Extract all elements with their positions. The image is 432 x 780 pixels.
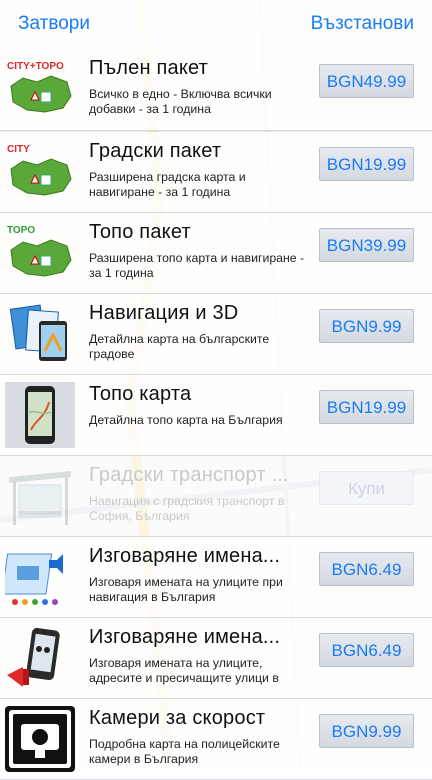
product-title: Навигация и 3D [89,302,239,324]
product-row-full-package[interactable]: CITY+TOPO Пълен пакет Всичко в едно - Вк… [0,49,432,131]
buy-button[interactable]: BGN19.99 [319,390,414,424]
product-title: Камери за скорост [89,707,266,729]
buy-button[interactable]: BGN9.99 [319,309,414,343]
buy-button[interactable]: BGN19.99 [319,147,414,181]
product-description: Всичко в едно - Включва всички добавки -… [89,87,272,116]
buy-button[interactable]: BGN49.99 [319,64,414,98]
product-title: Пълен пакет [89,57,209,79]
close-button[interactable]: Затвори [18,13,90,35]
phone-megaphone-icon [7,627,60,687]
buy-button[interactable]: BGN6.49 [319,552,414,586]
product-row-navigation-3d[interactable]: Навигация и 3D Детайлна карта на българс… [0,294,432,375]
product-row-street-names-full[interactable]: Изговаряне имена... Изговаря имената на … [0,618,432,699]
bus-stop-icon [9,471,71,525]
bulgaria-city-icon: CITY [7,144,72,196]
product-list: CITY+TOPO Пълен пакет Всичко в едно - Вк… [0,49,432,780]
bulgaria-city-topo-icon: CITY+TOPO [7,61,72,113]
product-description: Детайлна топо карта на България [89,413,283,427]
product-row-city-package[interactable]: CITY Градски пакет Разширена градска кар… [0,132,432,213]
product-title: Топо карта [89,383,192,405]
product-description: Подробна карта на полицейските камери в … [89,737,280,766]
product-title: Градски транспорт ... [89,464,289,486]
product-description: Разширена топо карта и навигиране - за 1… [89,251,305,280]
buy-button[interactable]: Купи [319,471,414,505]
product-description: Разширена градска карта и навигиране - з… [89,170,246,199]
bulgaria-topo-icon: TOPO [7,225,72,277]
product-title: Топо пакет [89,221,191,243]
product-description: Изговаря имената на улиците, адресите и … [89,656,279,685]
street-names-voice-icon [5,553,63,605]
buy-button[interactable]: BGN39.99 [319,228,414,262]
product-title: Изговаряне имена... [89,626,281,648]
product-title: Градски пакет [89,140,222,162]
product-description: Изговаря имената на улиците при навигаци… [89,575,283,604]
product-row-topo-package[interactable]: TOPO Топо пакет Разширена топо карта и н… [0,213,432,294]
buy-button[interactable]: BGN9.99 [319,714,414,748]
speed-camera-icon [5,706,75,772]
navigation-bar: Затвори Възстанови [0,0,432,50]
buy-button[interactable]: BGN6.49 [319,633,414,667]
badge-label: TOPO [7,225,35,236]
badge-label: CITY+TOPO [7,61,64,72]
product-description: Детайлна карта на българските градове [89,332,270,361]
navigation-3d-icon [9,304,67,361]
product-title: Изговаряне имена... [89,545,281,567]
phone-topo-map-icon [5,382,75,448]
product-description: Навигация с градския транспорт в София, … [89,494,285,523]
restore-purchases-button[interactable]: Възстанови [311,13,414,35]
product-row-street-names[interactable]: Изговаряне имена... Изговаря имената на … [0,537,432,618]
product-row-topo-map[interactable]: Топо карта Детайлна топо карта на Българ… [0,375,432,456]
badge-label: CITY [7,144,30,155]
product-row-city-transport[interactable]: Градски транспорт ... Навигация с градск… [0,456,432,537]
